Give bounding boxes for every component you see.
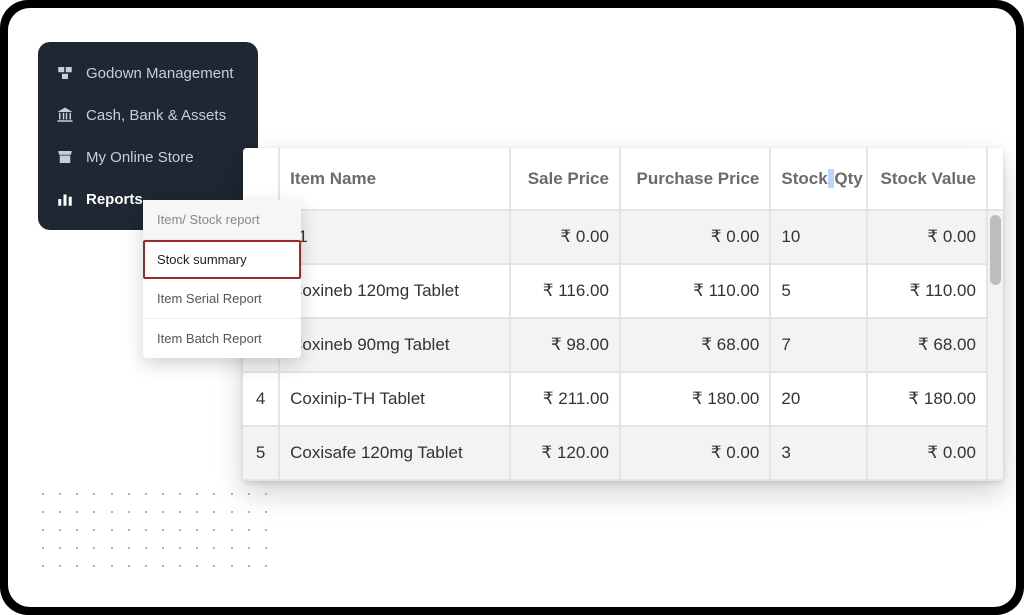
cell-value: ₹ 0.00 [867,426,987,480]
col-header-sale-price[interactable]: Sale Price [510,148,620,210]
store-icon [56,148,74,166]
submenu-item-stock-summary[interactable]: Stock summary [143,240,301,279]
cell-value: ₹ 180.00 [867,372,987,426]
cell-name: Coxineb 120mg Tablet [279,264,510,318]
cell-purchase: ₹ 0.00 [620,426,770,480]
cell-sale: ₹ 116.00 [510,264,620,318]
cell-sale: ₹ 211.00 [510,372,620,426]
cell-sale: ₹ 98.00 [510,318,620,372]
sidebar-item-label: Godown Management [86,65,234,82]
cell-qty: 20 [770,372,866,426]
stock-table: Item Name Sale Price Purchase Price Stoc… [243,148,1003,481]
cell-qty: 7 [770,318,866,372]
cell-purchase: ₹ 0.00 [620,210,770,264]
col-header-stock-value[interactable]: Stock Value [867,148,987,210]
table-header-row: Item Name Sale Price Purchase Price Stoc… [243,148,1003,210]
bank-icon [56,106,74,124]
cell-value: ₹ 0.00 [867,210,987,264]
reports-submenu: Item/ Stock report Stock summary Item Se… [143,200,301,358]
cell-name: 11 [279,210,510,264]
col-header-item-name[interactable]: Item Name [279,148,510,210]
table-row[interactable]: Coxineb 90mg Tablet ₹ 98.00 ₹ 68.00 7 ₹ … [243,318,1003,372]
cell-idx: 4 [243,372,279,426]
cell-name: Coxinip-TH Tablet [279,372,510,426]
scrollbar-track[interactable] [987,210,1003,480]
sidebar-item-label: Reports [86,191,143,208]
submenu-item-stock-report[interactable]: Item/ Stock report [143,200,301,240]
cell-purchase: ₹ 68.00 [620,318,770,372]
submenu-item-serial-report[interactable]: Item Serial Report [143,279,301,319]
sidebar-item-label: Cash, Bank & Assets [86,107,226,124]
submenu-item-batch-report[interactable]: Item Batch Report [143,319,301,358]
sidebar-item-label: My Online Store [86,149,194,166]
cell-value: ₹ 68.00 [867,318,987,372]
cell-qty: 10 [770,210,866,264]
cell-idx: 5 [243,426,279,480]
sidebar-item-store[interactable]: My Online Store [38,136,258,178]
scrollbar-thumb[interactable] [990,215,1001,285]
cell-value: ₹ 110.00 [867,264,987,318]
sidebar-item-cash[interactable]: Cash, Bank & Assets [38,94,258,136]
cell-name: Coxisafe 120mg Tablet [279,426,510,480]
col-header-stock-qty[interactable]: Stock Qty [770,148,866,210]
cell-purchase: ₹ 180.00 [620,372,770,426]
warehouse-icon [56,64,74,82]
cell-qty: 3 [770,426,866,480]
cell-sale: ₹ 120.00 [510,426,620,480]
table-row[interactable]: 4 Coxinip-TH Tablet ₹ 211.00 ₹ 180.00 20… [243,372,1003,426]
table-row[interactable]: 5 Coxisafe 120mg Tablet ₹ 120.00 ₹ 0.00 … [243,426,1003,480]
cell-purchase: ₹ 110.00 [620,264,770,318]
chart-bar-icon [56,190,74,208]
table-row[interactable]: Coxineb 120mg Tablet ₹ 116.00 ₹ 110.00 5… [243,264,1003,318]
sidebar-item-godown[interactable]: Godown Management [38,52,258,94]
scrollbar-track[interactable] [987,148,1003,210]
dot-grid-decoration [42,493,272,573]
col-header-purchase-price[interactable]: Purchase Price [620,148,770,210]
table-row[interactable]: 11 ₹ 0.00 ₹ 0.00 10 ₹ 0.00 [243,210,1003,264]
cell-qty: 5 [770,264,866,318]
cell-sale: ₹ 0.00 [510,210,620,264]
cell-name: Coxineb 90mg Tablet [279,318,510,372]
